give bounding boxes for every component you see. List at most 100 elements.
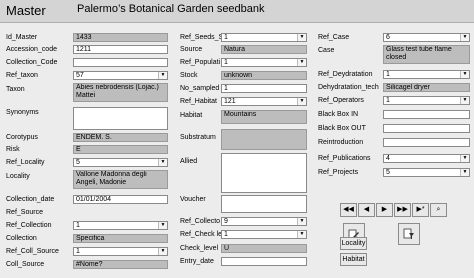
ref-projects-label: Ref_Projects <box>318 169 359 176</box>
black-box-in-field[interactable] <box>383 110 470 119</box>
ref-taxon-combo[interactable]: 57 ▼ <box>73 71 168 80</box>
collection-date-field[interactable]: 01/01/2004 <box>73 195 168 204</box>
chevron-down-icon[interactable]: ▼ <box>460 71 469 78</box>
ref-operators-combo[interactable]: 1 ▼ <box>383 96 470 105</box>
chevron-down-icon[interactable]: ▼ <box>460 155 469 162</box>
entry-date-field[interactable] <box>221 257 307 266</box>
chevron-down-icon[interactable]: ▼ <box>460 169 469 176</box>
collection-label: Collection <box>6 235 37 242</box>
find-record-button[interactable]: ⌕ <box>430 203 447 217</box>
synonyms-field[interactable] <box>73 107 168 130</box>
collection-code-label: Collection_Code <box>6 59 58 66</box>
coll-source-field[interactable]: #Nome? <box>73 260 168 269</box>
no-sampled-field[interactable]: 1 <box>221 84 307 93</box>
form-name-label: Master <box>6 3 46 18</box>
ref-deydratation-combo[interactable]: 1 ▼ <box>383 70 470 79</box>
accession-code-field[interactable]: 1211 <box>73 45 168 54</box>
ref-seeds-s-combo[interactable]: 1 ▼ <box>221 33 307 42</box>
ref-habitat-value: 121 <box>224 98 236 105</box>
ref-habitat-label: Ref_Habitat <box>180 98 217 105</box>
ref-collecto-combo[interactable]: 9 ▼ <box>221 217 307 226</box>
corotypus-label: Corotypus <box>6 134 38 141</box>
chevron-down-icon[interactable]: ▼ <box>297 34 306 41</box>
case-field[interactable]: Glass test tube flame closed <box>383 45 470 64</box>
ref-seeds-s-label: Ref_Seeds_S <box>180 34 224 41</box>
ref-seeds-s-value: 1 <box>224 34 228 41</box>
ref-collection-label: Ref_Collection <box>6 222 52 229</box>
next-record-button[interactable]: ▶ <box>376 203 393 217</box>
ref-case-combo[interactable]: 6 ▼ <box>383 33 470 42</box>
previous-record-button[interactable]: ◀ <box>358 203 375 217</box>
source-field[interactable]: Natura <box>221 45 307 54</box>
ref-coll-source-label: Ref_Coll_Source <box>6 248 59 255</box>
chevron-down-icon[interactable]: ▼ <box>460 97 469 104</box>
entry-date-label: Entry_date <box>180 258 214 265</box>
filter-button[interactable] <box>398 223 420 245</box>
no-sampled-label: No_sampled <box>180 85 220 92</box>
case-label: Case <box>318 47 335 54</box>
ref-check-le-label: Ref_Check le <box>180 231 223 238</box>
chevron-down-icon[interactable]: ▼ <box>460 34 469 41</box>
ref-check-le-value: 1 <box>224 231 228 238</box>
dehydratation-tech-field[interactable]: Silicagel dryer <box>383 83 470 92</box>
master-form: Id_Master 1433 Accession_code 1211 Colle… <box>0 23 474 278</box>
black-box-out-field[interactable] <box>383 124 470 133</box>
ref-publications-value: 4 <box>386 155 390 162</box>
black-box-out-label: Black Box OUT <box>318 125 366 132</box>
ref-taxon-label: Ref_taxon <box>6 72 38 79</box>
voucher-label: Voucher <box>180 196 206 203</box>
ref-deydratation-value: 1 <box>386 71 390 78</box>
collection-field[interactable]: Specifica <box>73 234 168 243</box>
ref-locality-combo[interactable]: 5 ▼ <box>73 158 168 167</box>
collection-code-field[interactable] <box>73 58 168 67</box>
reintroduction-field[interactable] <box>383 138 470 147</box>
ref-deydratation-label: Ref_Deydratation <box>318 71 373 78</box>
substratum-field[interactable] <box>221 129 307 150</box>
ref-check-le-combo[interactable]: 1 ▼ <box>221 230 307 239</box>
coll-source-label: Coll_Source <box>6 261 45 268</box>
first-record-button[interactable]: ◀◀ <box>340 203 357 217</box>
taxon-field[interactable]: Abies nebrodensis (Lojac.) Mattei <box>73 83 168 102</box>
accession-code-label: Accession_code <box>6 46 57 53</box>
ref-publications-combo[interactable]: 4 ▼ <box>383 154 470 163</box>
locality-field[interactable]: Vallone Madonna degli Angeli, Madonie <box>73 170 168 189</box>
habitat-button[interactable]: Habitat <box>340 253 367 266</box>
voucher-field[interactable] <box>221 195 307 213</box>
locality-button[interactable]: Locality <box>340 237 367 250</box>
next-record-icon: ▶ <box>381 206 388 213</box>
chevron-down-icon[interactable]: ▼ <box>158 72 167 79</box>
chevron-down-icon[interactable]: ▼ <box>158 248 167 255</box>
ref-populati-label: Ref_Populati <box>180 59 221 66</box>
allied-field[interactable] <box>221 153 307 193</box>
last-record-button[interactable]: ▶▶ <box>394 203 411 217</box>
risk-field[interactable]: E <box>73 145 168 154</box>
page-title: Palermo’s Botanical Garden seedbank <box>77 3 265 15</box>
source-label: Source <box>180 46 203 53</box>
id-master-field[interactable]: 1433 <box>73 33 168 42</box>
ref-projects-combo[interactable]: 5 ▼ <box>383 168 470 177</box>
habitat-field[interactable]: Mountains <box>221 110 307 124</box>
ref-operators-value: 1 <box>386 97 390 104</box>
chevron-down-icon[interactable]: ▼ <box>297 231 306 238</box>
ref-collection-combo[interactable]: 1 ▼ <box>73 221 168 230</box>
substratum-label: Substratum <box>180 134 216 141</box>
ref-habitat-combo[interactable]: 121 ▼ <box>221 97 307 106</box>
chevron-down-icon[interactable]: ▼ <box>297 98 306 105</box>
id-master-label: Id_Master <box>6 34 38 41</box>
chevron-down-icon[interactable]: ▼ <box>158 222 167 229</box>
ref-publications-label: Ref_Publications <box>318 155 371 162</box>
check-level-field[interactable]: U <box>221 244 307 253</box>
ref-coll-source-combo[interactable]: 1 ▼ <box>73 247 168 256</box>
chevron-down-icon[interactable]: ▼ <box>297 59 306 66</box>
black-box-in-label: Black Box IN <box>318 111 359 118</box>
new-record-button[interactable]: ▶* <box>412 203 429 217</box>
chevron-down-icon[interactable]: ▼ <box>297 218 306 225</box>
ref-populati-value: 1 <box>224 59 228 66</box>
corotypus-field[interactable]: ENDEM. S. <box>73 133 168 142</box>
binoculars-icon: ⌕ <box>436 206 441 213</box>
ref-locality-value: 5 <box>76 159 80 166</box>
stock-field[interactable]: unknown <box>221 71 307 80</box>
chevron-down-icon[interactable]: ▼ <box>158 159 167 166</box>
stock-label: Stock <box>180 72 198 79</box>
ref-populati-combo[interactable]: 1 ▼ <box>221 58 307 67</box>
